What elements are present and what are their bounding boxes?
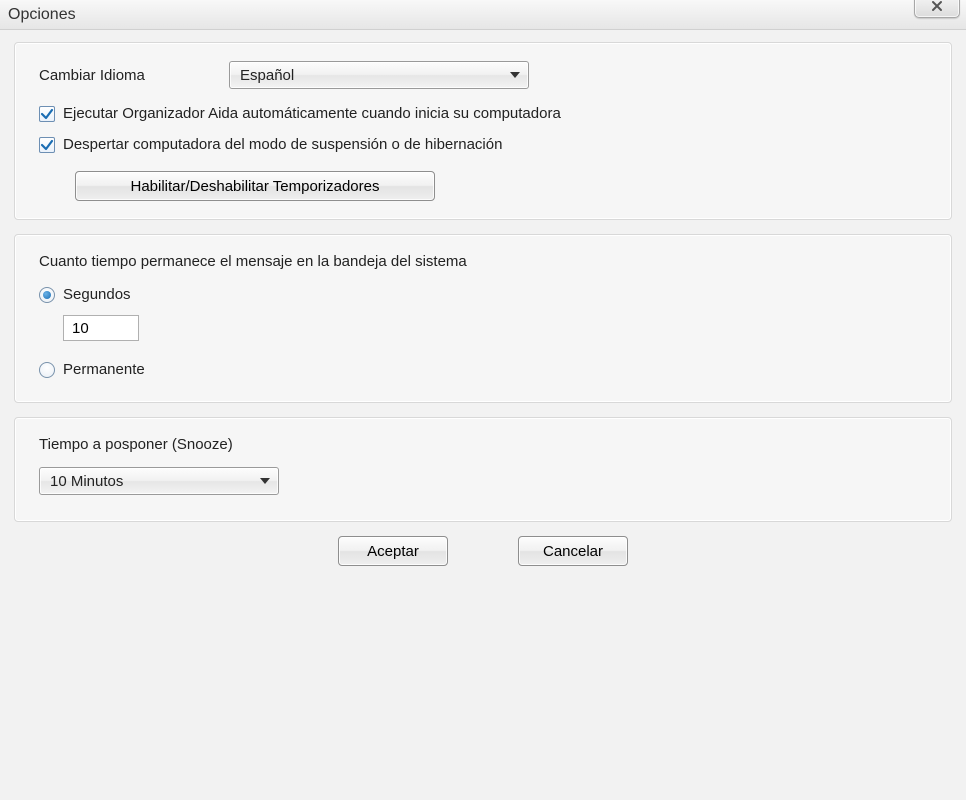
autostart-row: Ejecutar Organizador Aida automáticament… (39, 105, 927, 122)
wake-label: Despertar computadora del modo de suspen… (63, 136, 502, 153)
snooze-combobox[interactable]: 10 Minutos (39, 467, 279, 495)
language-combobox[interactable]: Español (229, 61, 529, 89)
autostart-label: Ejecutar Organizador Aida automáticament… (63, 105, 561, 122)
checkmark-icon (40, 107, 54, 121)
accept-button[interactable]: Aceptar (338, 536, 448, 566)
titlebar: Opciones (0, 0, 966, 30)
radio-dot-icon (39, 287, 55, 303)
cancel-button-label: Cancelar (543, 543, 603, 560)
timers-button-label: Habilitar/Deshabilitar Temporizadores (130, 178, 379, 195)
seconds-label: Segundos (63, 286, 131, 303)
close-button[interactable] (914, 0, 960, 18)
footer-buttons: Aceptar Cancelar (14, 536, 952, 576)
chevron-down-icon (260, 478, 270, 484)
seconds-input[interactable] (63, 315, 139, 341)
message-duration-label: Cuanto tiempo permanece el mensaje en la… (39, 253, 927, 270)
group-general: Cambiar Idioma Español Ejecutar Organiza… (14, 42, 952, 220)
permanent-radio[interactable]: Permanente (39, 361, 927, 378)
language-label: Cambiar Idioma (39, 67, 229, 84)
language-value: Español (240, 67, 294, 84)
group-tray-message: Cuanto tiempo permanece el mensaje en la… (14, 234, 952, 403)
group-snooze: Tiempo a posponer (Snooze) 10 Minutos (14, 417, 952, 522)
permanent-label: Permanente (63, 361, 145, 378)
wake-checkbox[interactable] (39, 137, 55, 153)
autostart-checkbox[interactable] (39, 106, 55, 122)
checkmark-icon (40, 138, 54, 152)
cancel-button[interactable]: Cancelar (518, 536, 628, 566)
radio-dot-icon (39, 362, 55, 378)
seconds-radio[interactable]: Segundos (39, 286, 927, 303)
accept-button-label: Aceptar (367, 543, 419, 560)
close-icon (930, 0, 944, 13)
wake-row: Despertar computadora del modo de suspen… (39, 136, 927, 153)
timers-button[interactable]: Habilitar/Deshabilitar Temporizadores (75, 171, 435, 201)
content-area: Cambiar Idioma Español Ejecutar Organiza… (0, 30, 966, 576)
chevron-down-icon (510, 72, 520, 78)
snooze-value: 10 Minutos (50, 473, 123, 490)
snooze-label: Tiempo a posponer (Snooze) (39, 436, 927, 453)
window-title: Opciones (8, 6, 76, 24)
